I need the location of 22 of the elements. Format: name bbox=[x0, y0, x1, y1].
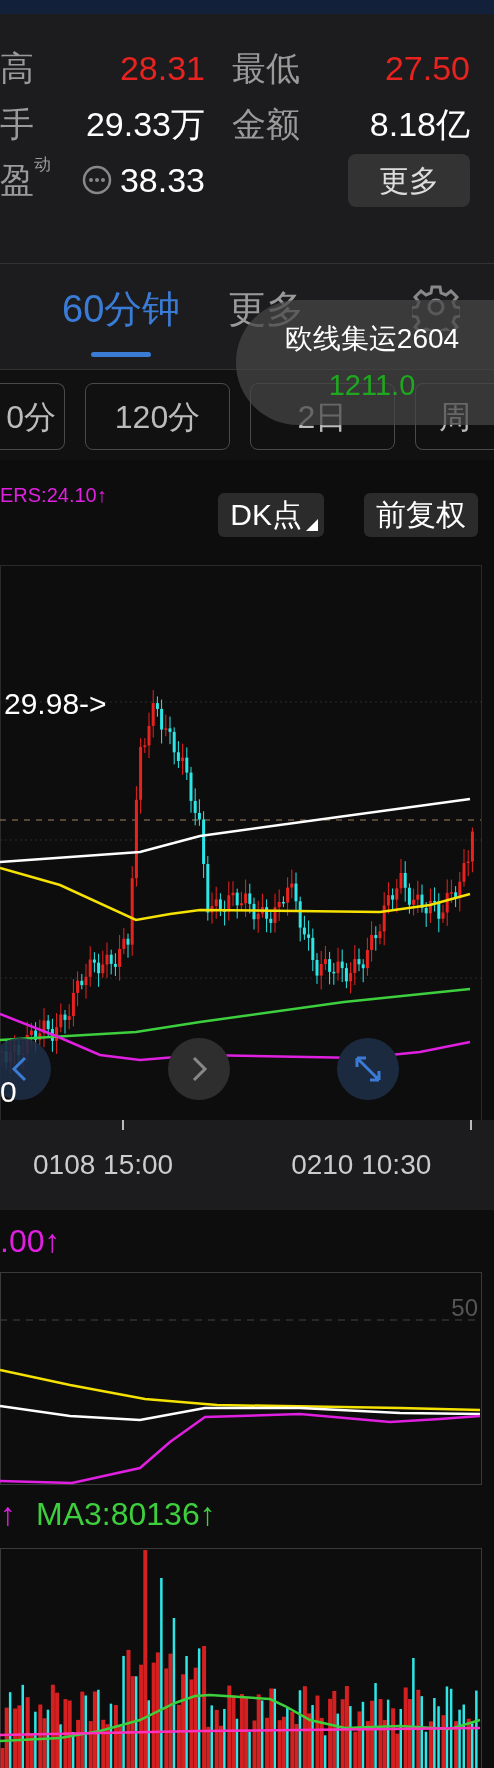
indicator-label: ERS:24.10↑ bbox=[0, 483, 107, 508]
stat-label: 金额 bbox=[232, 105, 300, 143]
level-label: 50 bbox=[451, 1296, 478, 1320]
stat-value: 8.18亿 bbox=[369, 104, 470, 145]
stat-value: 29.33万 bbox=[85, 104, 205, 145]
indicator-label: .00↑ bbox=[0, 1224, 62, 1260]
tooltip-value: 1211.0 bbox=[328, 367, 416, 403]
axis-label: 0108 15:00 bbox=[33, 1148, 174, 1182]
stat-value: 38.33 bbox=[119, 160, 205, 201]
axis-label: 0210 10:30 bbox=[291, 1148, 432, 1182]
superscript-label: 动 bbox=[34, 155, 51, 174]
stat-value: 27.50 bbox=[384, 48, 470, 89]
stat-label: 最低 bbox=[232, 49, 300, 87]
stat-value: 28.31 bbox=[119, 48, 205, 89]
stat-label: 盈 bbox=[0, 161, 34, 199]
tooltip-title: 欧线集运2604 bbox=[284, 322, 460, 356]
price-label: 29.98-> bbox=[4, 687, 107, 720]
stat-label: 手 bbox=[0, 105, 34, 143]
axis-label: 0 bbox=[0, 1075, 17, 1108]
stat-label: 高 bbox=[0, 49, 34, 87]
indicator-label: MA3:80136↑ bbox=[36, 1497, 216, 1534]
indicator-label: ↑ bbox=[0, 1497, 16, 1534]
